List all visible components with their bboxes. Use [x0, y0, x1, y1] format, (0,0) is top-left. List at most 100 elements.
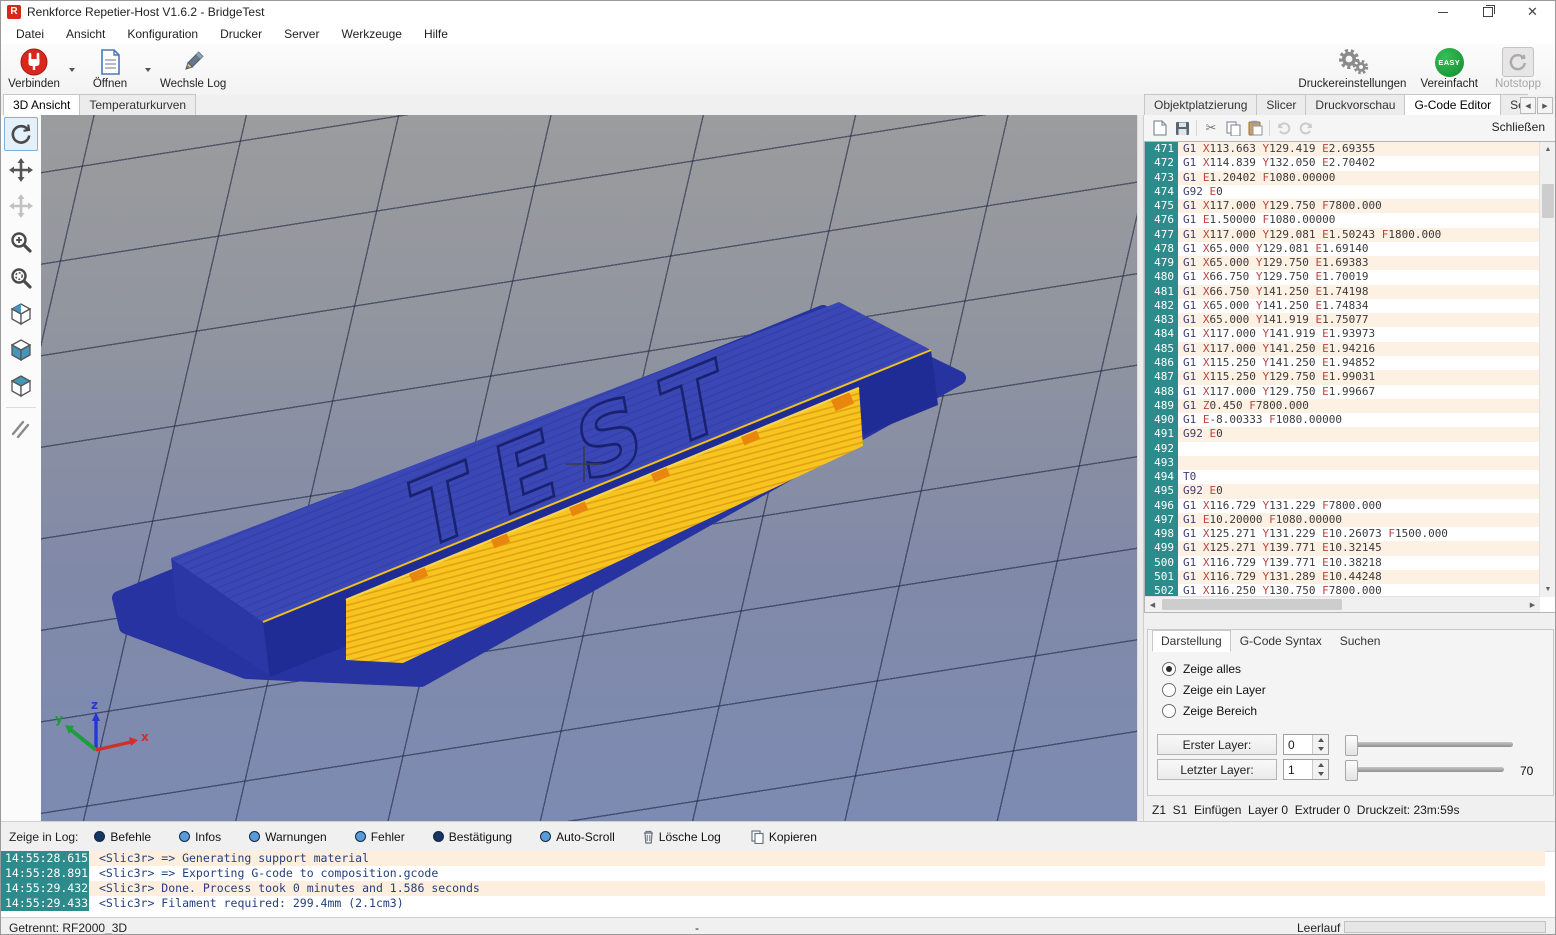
gcode-lines[interactable]: 471G1 X113.663 Y129.419 E2.69355472G1 X1…: [1145, 142, 1540, 597]
easy-mode-button[interactable]: EASY Vereinfacht: [1413, 44, 1485, 95]
scroll-right-icon[interactable]: ▶: [1525, 597, 1540, 612]
scroll-up-icon[interactable]: ▲: [1540, 142, 1556, 157]
gcode-line[interactable]: 485G1 X117.000 Y141.250 E1.94216: [1145, 342, 1540, 356]
tab-g-code-editor[interactable]: G-Code Editor: [1404, 94, 1501, 116]
spin-down-icon[interactable]: [1313, 770, 1328, 780]
radio-zeige-alles[interactable]: Zeige alles: [1162, 658, 1266, 679]
gcode-line[interactable]: 471G1 X113.663 Y129.419 E2.69355: [1145, 142, 1540, 156]
gcode-line[interactable]: 476G1 E1.50000 F1080.00000: [1145, 213, 1540, 227]
open-button[interactable]: Öffnen: [77, 44, 143, 95]
editor-vertical-scrollbar[interactable]: ▲ ▼: [1539, 142, 1556, 597]
display-tab-g-code-syntax[interactable]: G-Code Syntax: [1231, 630, 1331, 652]
log-filter-warnungen[interactable]: Warnungen: [245, 828, 331, 846]
minimize-button[interactable]: [1420, 1, 1465, 23]
log-entries[interactable]: 14:55:28.615<Slic3r> => Generating suppo…: [1, 851, 1545, 911]
isometric-view-button[interactable]: [4, 297, 38, 331]
tabs-scroll-right-icon[interactable]: ▶: [1537, 97, 1553, 114]
slider-handle[interactable]: [1345, 760, 1358, 781]
gcode-line[interactable]: 498G1 X125.271 Y131.229 E10.26073 F1500.…: [1145, 527, 1540, 541]
spin-up-icon[interactable]: [1313, 760, 1328, 770]
menu-datei[interactable]: Datei: [5, 25, 55, 43]
first-layer-button[interactable]: Erster Layer:: [1157, 734, 1277, 755]
gcode-line[interactable]: 473G1 E1.20402 F1080.00000: [1145, 171, 1540, 185]
tabs-scroll-left-icon[interactable]: ◀: [1520, 97, 1536, 114]
restore-button[interactable]: [1465, 1, 1510, 23]
gcode-line[interactable]: 484G1 X117.000 Y141.919 E1.93973: [1145, 327, 1540, 341]
gcode-line[interactable]: 488G1 X117.000 Y129.750 E1.99667: [1145, 385, 1540, 399]
display-tab-darstellung[interactable]: Darstellung: [1152, 630, 1231, 652]
gcode-line[interactable]: 493: [1145, 456, 1540, 470]
front-view-button[interactable]: [4, 333, 38, 367]
gcode-line[interactable]: 489G1 Z0.450 F7800.000: [1145, 399, 1540, 413]
cut-icon[interactable]: ✂: [1200, 118, 1222, 138]
connect-dropdown-arrow[interactable]: [67, 44, 77, 95]
gcode-line[interactable]: 477G1 X117.000 Y129.081 E1.50243 F1800.0…: [1145, 228, 1540, 242]
gcode-line[interactable]: 499G1 X125.271 Y139.771 E10.32145: [1145, 541, 1540, 555]
zoom-fit-button[interactable]: [4, 261, 38, 295]
emergency-stop-button[interactable]: Notstopp: [1485, 44, 1551, 95]
log-filter-bestätigung[interactable]: Bestätigung: [429, 828, 516, 846]
open-dropdown-arrow[interactable]: [143, 44, 153, 95]
undo-icon[interactable]: [1273, 118, 1295, 138]
radio-icon[interactable]: [1162, 683, 1176, 697]
gcode-line[interactable]: 486G1 X115.250 Y141.250 E1.94852: [1145, 356, 1540, 370]
gcode-line[interactable]: 482G1 X65.000 Y141.250 E1.74834: [1145, 299, 1540, 313]
redo-icon[interactable]: [1295, 118, 1317, 138]
spin-up-icon[interactable]: [1313, 735, 1328, 745]
3d-viewport[interactable]: TEST: [41, 115, 1137, 821]
gcode-line[interactable]: 494T0: [1145, 470, 1540, 484]
gcode-line[interactable]: 496G1 X116.729 Y131.229 F7800.000: [1145, 499, 1540, 513]
first-layer-slider[interactable]: [1345, 742, 1513, 747]
move-view-button[interactable]: [4, 153, 38, 187]
gcode-line[interactable]: 495G92 E0: [1145, 484, 1540, 498]
gcode-line[interactable]: 478G1 X65.000 Y129.081 E1.69140: [1145, 242, 1540, 256]
tab-slicer[interactable]: Slicer: [1256, 94, 1306, 116]
scroll-left-icon[interactable]: ◀: [1145, 597, 1160, 612]
parallel-projection-button[interactable]: [4, 412, 38, 446]
new-file-button[interactable]: [1149, 118, 1171, 138]
copy-log-button[interactable]: Kopieren: [747, 828, 821, 846]
display-tab-suchen[interactable]: Suchen: [1331, 630, 1390, 652]
radio-icon[interactable]: [1162, 704, 1176, 718]
close-button[interactable]: ✕: [1510, 1, 1555, 23]
tab-objektplatzierung[interactable]: Objektplatzierung: [1144, 94, 1257, 116]
paste-icon[interactable]: [1244, 118, 1266, 138]
gcode-line[interactable]: 479G1 X65.000 Y129.750 E1.69383: [1145, 256, 1540, 270]
gcode-line[interactable]: 472G1 X114.839 Y132.050 E2.70402: [1145, 156, 1540, 170]
editor-close-button[interactable]: Schließen: [1488, 119, 1549, 135]
radio-icon[interactable]: [1162, 662, 1176, 676]
gcode-line[interactable]: 487G1 X115.250 Y129.750 E1.99031: [1145, 370, 1540, 384]
copy-icon[interactable]: [1222, 118, 1244, 138]
connect-button[interactable]: Verbinden: [1, 44, 67, 95]
gcode-line[interactable]: 474G92 E0: [1145, 185, 1540, 199]
log-filter-auto-scroll[interactable]: Auto-Scroll: [536, 828, 619, 846]
zoom-in-button[interactable]: [4, 225, 38, 259]
menu-server[interactable]: Server: [273, 25, 330, 43]
gcode-line[interactable]: 481G1 X66.750 Y141.250 E1.74198: [1145, 285, 1540, 299]
clear-log-button[interactable]: Lösche Log: [639, 828, 725, 846]
gcode-line[interactable]: 492: [1145, 442, 1540, 456]
menu-ansicht[interactable]: Ansicht: [55, 25, 116, 43]
gcode-line[interactable]: 497G1 E10.20000 F1080.00000: [1145, 513, 1540, 527]
log-filter-infos[interactable]: Infos: [175, 828, 225, 846]
panel-splitter[interactable]: [1137, 115, 1144, 821]
editor-horizontal-scrollbar[interactable]: ◀ ▶: [1145, 596, 1540, 612]
last-layer-spinner[interactable]: 1: [1283, 759, 1329, 780]
move-object-button[interactable]: [4, 189, 38, 223]
gcode-line[interactable]: 500G1 X116.729 Y139.771 E10.38218: [1145, 556, 1540, 570]
gcode-line[interactable]: 475G1 X117.000 Y129.750 F7800.000: [1145, 199, 1540, 213]
menu-werkzeuge[interactable]: Werkzeuge: [330, 25, 412, 43]
tab-druckvorschau[interactable]: Druckvorschau: [1305, 94, 1405, 116]
gcode-line[interactable]: 480G1 X66.750 Y129.750 E1.70019: [1145, 270, 1540, 284]
gcode-line[interactable]: 491G92 E0: [1145, 427, 1540, 441]
rotate-view-button[interactable]: [4, 117, 38, 151]
log-filter-fehler[interactable]: Fehler: [351, 828, 409, 846]
tab-3d-ansicht[interactable]: 3D Ansicht: [3, 94, 80, 116]
radio-zeige-ein-layer[interactable]: Zeige ein Layer: [1162, 679, 1266, 700]
toggle-log-button[interactable]: Wechsle Log: [153, 44, 233, 95]
last-layer-button[interactable]: Letzter Layer:: [1157, 759, 1277, 780]
slider-handle[interactable]: [1345, 735, 1358, 756]
gcode-line[interactable]: 483G1 X65.000 Y141.919 E1.75077: [1145, 313, 1540, 327]
menu-konfiguration[interactable]: Konfiguration: [116, 25, 209, 43]
tab-temperaturkurven[interactable]: Temperaturkurven: [79, 94, 196, 116]
